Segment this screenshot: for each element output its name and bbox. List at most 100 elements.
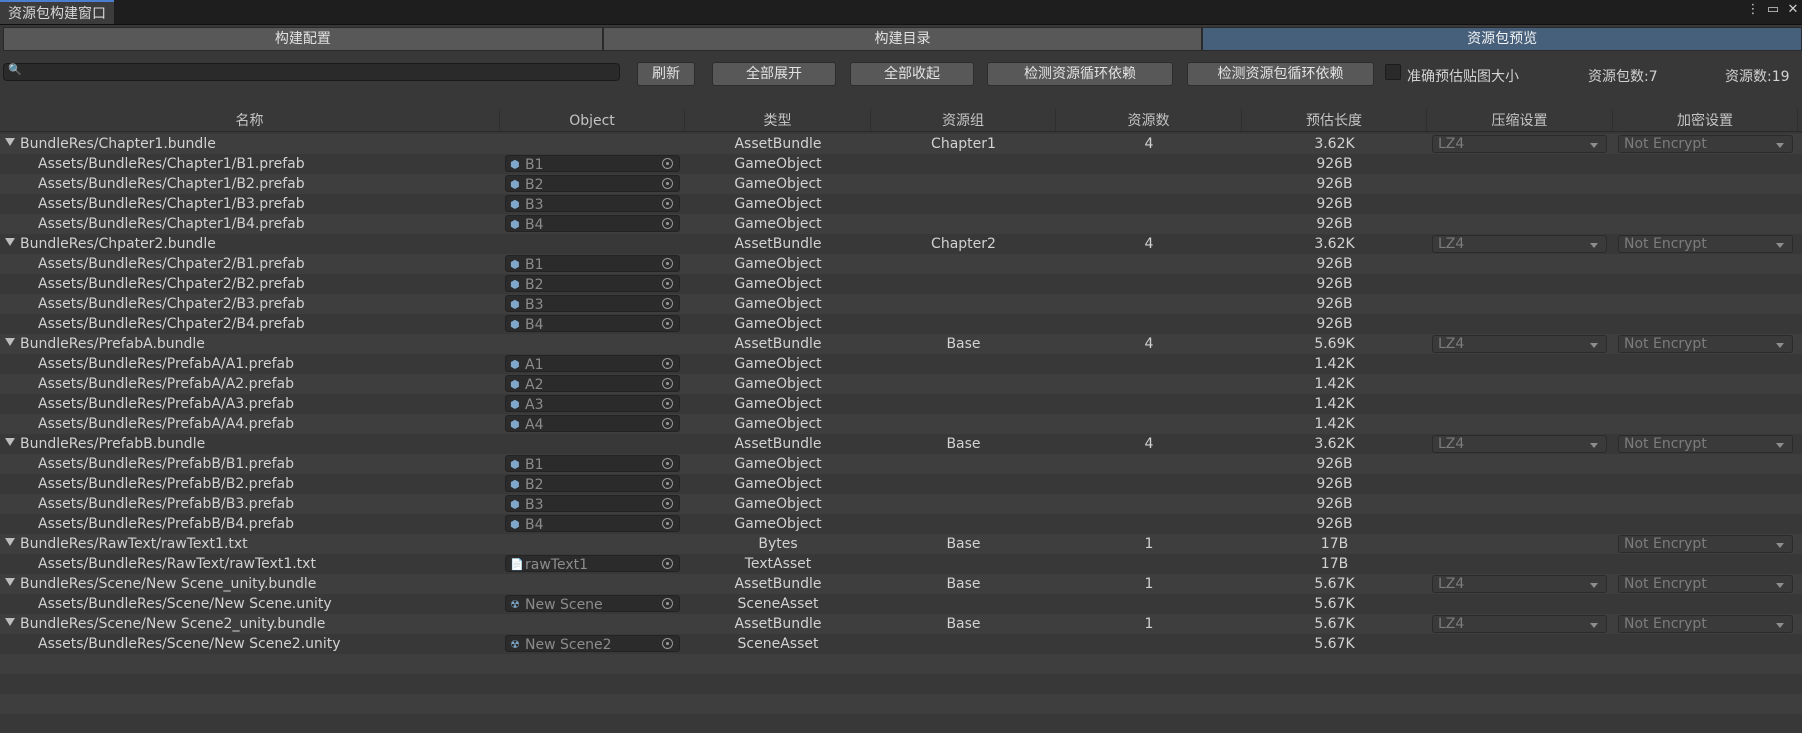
object-field[interactable]: ⬢ B2	[505, 175, 680, 193]
collapse-all-button[interactable]: 全部收起	[850, 62, 974, 86]
tab-bundle-preview[interactable]: 资源包预览	[1202, 27, 1802, 51]
object-picker-icon[interactable]	[662, 218, 673, 229]
object-picker-icon[interactable]	[662, 258, 673, 269]
object-picker-icon[interactable]	[662, 518, 673, 529]
asset-row[interactable]: Assets/BundleRes/Chpater2/B1.prefab ⬢ B1 Ga…	[0, 254, 1802, 274]
tab-build-directory[interactable]: 构建目录	[602, 27, 1203, 51]
asset-row[interactable]: Assets/BundleRes/Chpater2/B2.prefab ⬢ B2 Ga…	[0, 274, 1802, 294]
bundle-row[interactable]: BundleRes/RawText/rawText1.txt Bytes Base 1…	[0, 534, 1802, 554]
asset-row[interactable]: Assets/BundleRes/PrefabA/A1.prefab ⬢ A1 Gam…	[0, 354, 1802, 374]
expand-toggle-icon[interactable]	[5, 618, 15, 626]
object-field[interactable]: ⬢ B1	[505, 155, 680, 173]
object-picker-icon[interactable]	[662, 478, 673, 489]
object-picker-icon[interactable]	[662, 398, 673, 409]
object-field[interactable]: ⬢ B1	[505, 455, 680, 473]
object-field[interactable]: ⬢ A2	[505, 375, 680, 393]
asset-row[interactable]: Assets/BundleRes/PrefabB/B1.prefab ⬢ B1 Gam…	[0, 454, 1802, 474]
more-options-icon[interactable]: ⋮	[1746, 2, 1760, 17]
asset-row[interactable]: Assets/BundleRes/PrefabA/A2.prefab ⬢ A2 Gam…	[0, 374, 1802, 394]
column-header-name[interactable]: 名称	[0, 109, 500, 131]
expand-toggle-icon[interactable]	[5, 438, 15, 446]
asset-row[interactable]: Assets/BundleRes/PrefabA/A3.prefab ⬢ A3 Gam…	[0, 394, 1802, 414]
object-picker-icon[interactable]	[662, 498, 673, 509]
encryption-dropdown[interactable]: Not Encrypt	[1618, 535, 1793, 553]
asset-row[interactable]: Assets/BundleRes/Chapter1/B1.prefab ⬢ B1 Ga…	[0, 154, 1802, 174]
object-field[interactable]: ⬢ A3	[505, 395, 680, 413]
encryption-dropdown[interactable]: Not Encrypt	[1618, 335, 1793, 353]
compression-dropdown[interactable]: LZ4	[1432, 335, 1607, 353]
object-field[interactable]: ⬢ A1	[505, 355, 680, 373]
bundle-row[interactable]: BundleRes/Chpater2.bundle AssetBundle Chap…	[0, 234, 1802, 254]
bundle-row[interactable]: BundleRes/PrefabA.bundle AssetBundle Base 4…	[0, 334, 1802, 354]
object-field[interactable]: ⬢ B4	[505, 215, 680, 233]
expand-toggle-icon[interactable]	[5, 538, 15, 546]
check-bundle-cycle-button[interactable]: 检测资源包循环依赖	[1187, 62, 1374, 86]
window-tab[interactable]: 资源包构建窗口	[0, 0, 114, 24]
encryption-dropdown[interactable]: Not Encrypt	[1618, 435, 1793, 453]
compression-dropdown[interactable]: LZ4	[1432, 235, 1607, 253]
asset-row[interactable]: Assets/BundleRes/PrefabB/B2.prefab ⬢ B2 Gam…	[0, 474, 1802, 494]
object-field[interactable]: ⬢ B4	[505, 315, 680, 333]
object-picker-icon[interactable]	[662, 158, 673, 169]
object-picker-icon[interactable]	[662, 558, 673, 569]
compression-dropdown[interactable]: LZ4	[1432, 615, 1607, 633]
compression-dropdown[interactable]: LZ4	[1432, 435, 1607, 453]
asset-row[interactable]: Assets/BundleRes/Scene/New Scene2.unity ☢…	[0, 634, 1802, 654]
object-field[interactable]: ☢ New Scene2	[505, 635, 680, 653]
column-header-group[interactable]: 资源组	[871, 109, 1056, 131]
encryption-dropdown[interactable]: Not Encrypt	[1618, 235, 1793, 253]
object-field[interactable]: ⬢ B2	[505, 275, 680, 293]
object-picker-icon[interactable]	[662, 418, 673, 429]
object-picker-icon[interactable]	[662, 178, 673, 189]
object-field[interactable]: ⬢ B1	[505, 255, 680, 273]
object-field[interactable]: ⬢ A4	[505, 415, 680, 433]
asset-row[interactable]: Assets/BundleRes/PrefabB/B3.prefab ⬢ B3 Gam…	[0, 494, 1802, 514]
object-picker-icon[interactable]	[662, 638, 673, 649]
asset-row[interactable]: Assets/BundleRes/RawText/rawText1.txt 📄 ra…	[0, 554, 1802, 574]
bundle-row[interactable]: BundleRes/Scene/New Scene_unity.bundle As…	[0, 574, 1802, 594]
asset-row[interactable]: Assets/BundleRes/PrefabA/A4.prefab ⬢ A4 Gam…	[0, 414, 1802, 434]
object-field[interactable]: ⬢ B4	[505, 515, 680, 533]
column-header-compression[interactable]: 压缩设置	[1427, 109, 1613, 131]
asset-row[interactable]: Assets/BundleRes/PrefabB/B4.prefab ⬢ B4 Gam…	[0, 514, 1802, 534]
object-field[interactable]: ⬢ B3	[505, 295, 680, 313]
expand-toggle-icon[interactable]	[5, 138, 15, 146]
object-picker-icon[interactable]	[662, 378, 673, 389]
close-icon[interactable]: ✕	[1786, 2, 1800, 17]
asset-row[interactable]: Assets/BundleRes/Chapter1/B4.prefab ⬢ B4 Ga…	[0, 214, 1802, 234]
column-header-encryption[interactable]: 加密设置	[1613, 109, 1798, 131]
asset-row[interactable]: Assets/BundleRes/Chapter1/B2.prefab ⬢ B2 Ga…	[0, 174, 1802, 194]
expand-toggle-icon[interactable]	[5, 338, 15, 346]
expand-toggle-icon[interactable]	[5, 238, 15, 246]
asset-row[interactable]: Assets/BundleRes/Chpater2/B3.prefab ⬢ B3 Ga…	[0, 294, 1802, 314]
object-field[interactable]: 📄 rawText1	[505, 555, 680, 573]
tab-build-config[interactable]: 构建配置	[3, 27, 603, 51]
asset-row[interactable]: Assets/BundleRes/Scene/New Scene.unity ☢ N…	[0, 594, 1802, 614]
object-picker-icon[interactable]	[662, 278, 673, 289]
object-field[interactable]: ⬢ B3	[505, 195, 680, 213]
object-picker-icon[interactable]	[662, 298, 673, 309]
compression-dropdown[interactable]: LZ4	[1432, 135, 1607, 153]
object-picker-icon[interactable]	[662, 358, 673, 369]
asset-row[interactable]: Assets/BundleRes/Chapter1/B3.prefab ⬢ B3 Ga…	[0, 194, 1802, 214]
object-field[interactable]: ☢ New Scene	[505, 595, 680, 613]
check-asset-cycle-button[interactable]: 检测资源循环依赖	[987, 62, 1173, 86]
expand-all-button[interactable]: 全部展开	[712, 62, 836, 86]
column-header-object[interactable]: Object	[500, 109, 685, 131]
object-picker-icon[interactable]	[662, 598, 673, 609]
bundle-row[interactable]: BundleRes/PrefabB.bundle AssetBundle Base 4…	[0, 434, 1802, 454]
column-header-size[interactable]: 预估长度	[1242, 109, 1427, 131]
encryption-dropdown[interactable]: Not Encrypt	[1618, 615, 1793, 633]
asset-row[interactable]: Assets/BundleRes/Chpater2/B4.prefab ⬢ B4 Ga…	[0, 314, 1802, 334]
encryption-dropdown[interactable]: Not Encrypt	[1618, 575, 1793, 593]
expand-toggle-icon[interactable]	[5, 578, 15, 586]
object-picker-icon[interactable]	[662, 198, 673, 209]
object-field[interactable]: ⬢ B2	[505, 475, 680, 493]
column-header-type[interactable]: 类型	[685, 109, 871, 131]
refresh-button[interactable]: 刷新	[637, 62, 695, 86]
compression-dropdown[interactable]: LZ4	[1432, 575, 1607, 593]
accurate-texture-size-checkbox[interactable]	[1385, 64, 1401, 80]
search-input[interactable]: 🔍	[3, 63, 620, 81]
object-field[interactable]: ⬢ B3	[505, 495, 680, 513]
column-header-asset-count[interactable]: 资源数	[1056, 109, 1242, 131]
